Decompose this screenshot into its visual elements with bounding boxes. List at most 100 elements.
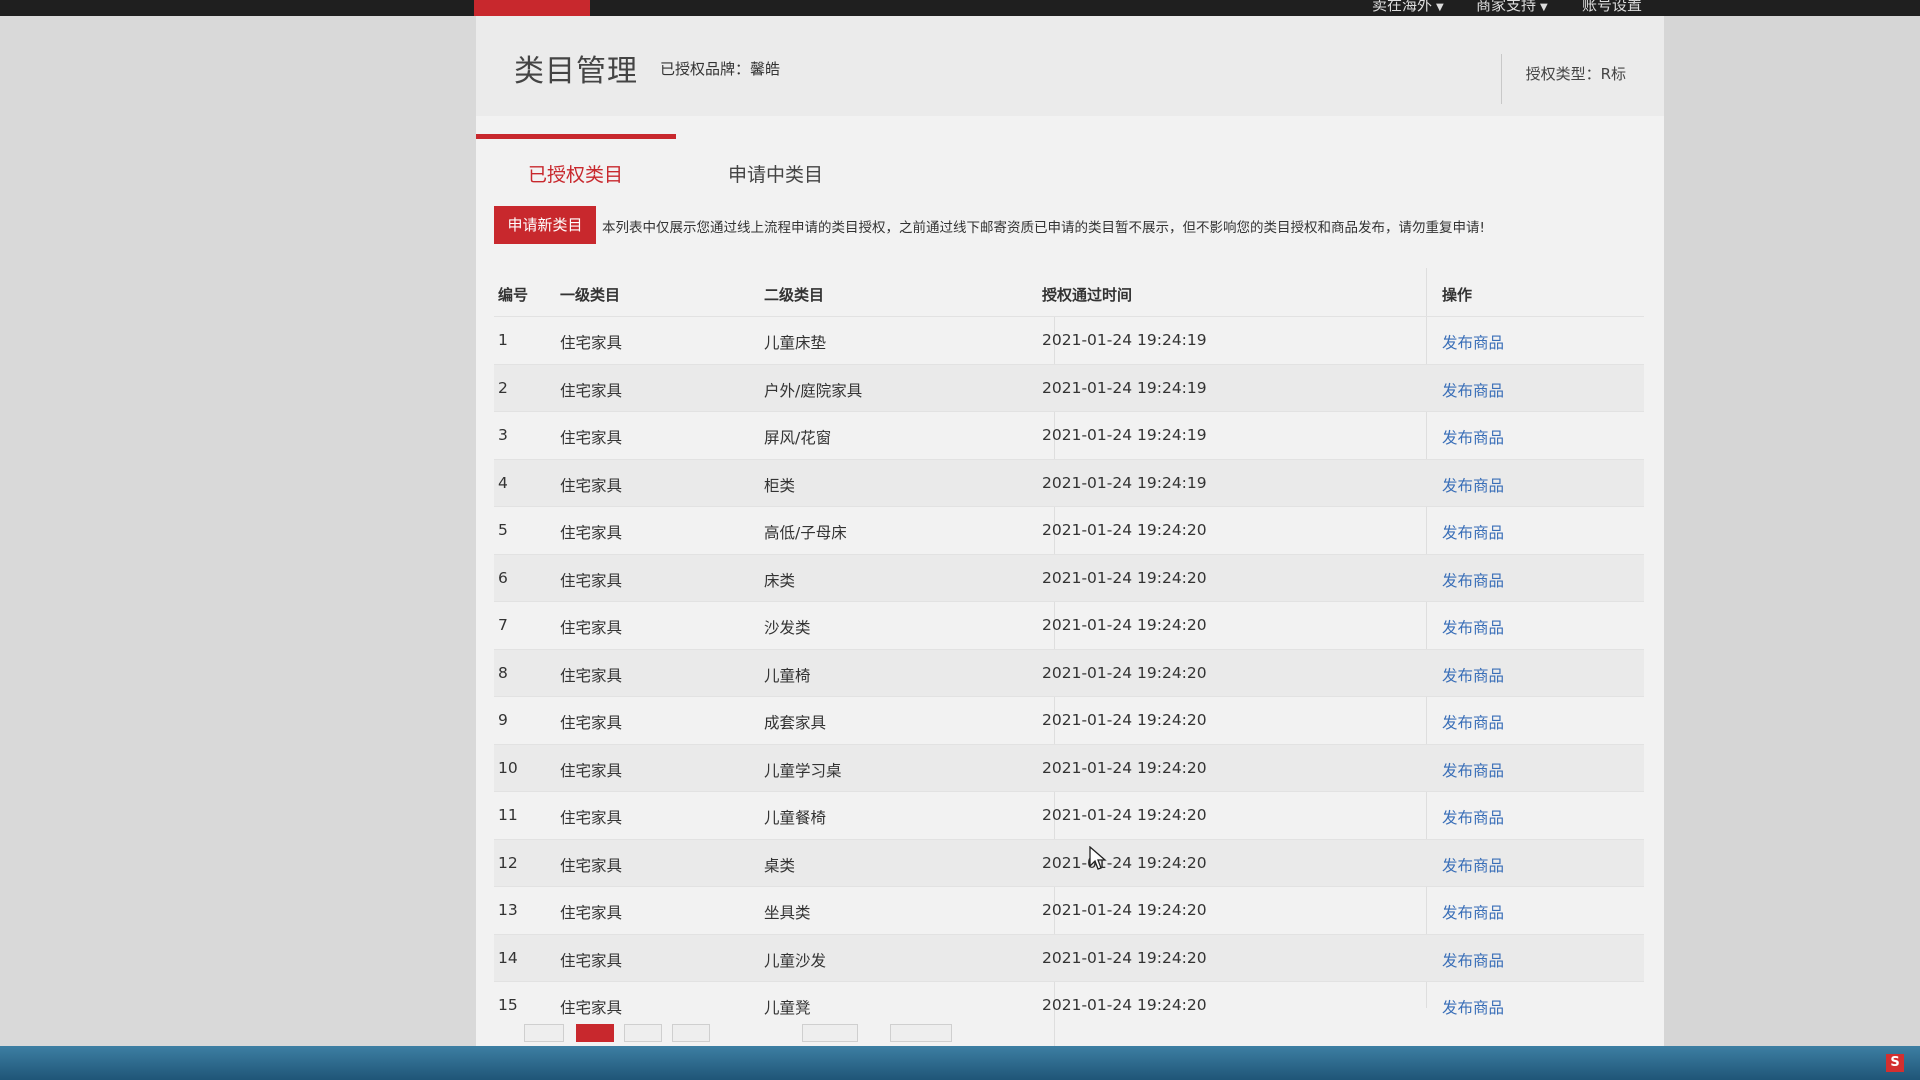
right-background	[1664, 16, 1920, 1046]
header-auth-time: 授权通过时间	[1042, 286, 1133, 304]
cell-level2-category: 儿童沙发	[764, 951, 827, 970]
header-operation: 操作	[1442, 286, 1473, 304]
page-go-button[interactable]	[890, 1024, 952, 1042]
cell-number: 2	[498, 378, 508, 397]
publish-product-link[interactable]: 发布商品	[1442, 664, 1504, 686]
apply-new-category-button[interactable]: 申请新类目	[494, 206, 596, 244]
cell-level2-category: 儿童餐椅	[764, 809, 827, 827]
publish-product-link[interactable]: 发布商品	[1442, 569, 1504, 591]
cell-level1-category: 住宅家具	[560, 809, 623, 827]
publish-product-link[interactable]: 发布商品	[1442, 379, 1504, 401]
cell-level2-category: 儿童椅	[764, 666, 811, 685]
publish-product-link[interactable]: 发布商品	[1442, 854, 1504, 876]
cell-level1-category: 住宅家具	[560, 429, 623, 447]
table-row: 5 住宅家具 高低/子母床 2021-01-24 19:24:20 发布商品	[494, 506, 1644, 554]
publish-product-link[interactable]: 发布商品	[1442, 996, 1504, 1018]
active-tab-indicator	[476, 134, 676, 139]
publish-product-link[interactable]: 发布商品	[1442, 806, 1504, 828]
cell-number: 8	[498, 663, 508, 682]
publish-product-link[interactable]: 发布商品	[1442, 949, 1504, 971]
page-button-current[interactable]	[576, 1024, 614, 1042]
cell-level1-category: 住宅家具	[560, 334, 623, 352]
cell-level1-category: 住宅家具	[560, 381, 623, 400]
cell-level1-category: 住宅家具	[560, 714, 623, 732]
tab-pending-categories[interactable]: 申请中类目	[728, 160, 823, 187]
cell-level2-category: 户外/庭院家具	[764, 381, 863, 400]
table-row: 4 住宅家具 柜类 2021-01-24 19:24:19 发布商品	[494, 458, 1644, 506]
cell-auth-time: 2021-01-24 19:24:19	[1042, 331, 1207, 349]
cell-auth-time: 2021-01-24 19:24:19	[1042, 378, 1207, 397]
page-button[interactable]	[672, 1024, 710, 1042]
table-row: 11 住宅家具 儿童餐椅 2021-01-24 19:24:20 发布商品	[494, 791, 1644, 839]
publish-product-link[interactable]: 发布商品	[1442, 331, 1504, 353]
table-row: 9 住宅家具 成套家具 2021-01-24 19:24:20 发布商品	[494, 696, 1644, 744]
notice-row: 申请新类目 本列表中仅展示您通过线上流程申请的类目授权，之前通过线下邮寄资质已申…	[494, 202, 1654, 246]
cell-level1-category: 住宅家具	[560, 904, 623, 922]
cell-auth-time: 2021-01-24 19:24:20	[1042, 948, 1207, 967]
cell-level1-category: 住宅家具	[560, 999, 623, 1017]
cell-level2-category: 床类	[764, 571, 796, 590]
cell-auth-time: 2021-01-24 19:24:20	[1042, 806, 1207, 824]
tab-bar: 已授权类目 申请中类目	[476, 116, 1664, 206]
nav-item-label: 卖在海外	[1372, 0, 1433, 14]
cell-number: 9	[498, 711, 508, 729]
cell-number: 5	[498, 521, 508, 539]
nav-item-sell-overseas[interactable]: 卖在海外 ▼	[1372, 0, 1444, 15]
input-method-icon[interactable]: S	[1886, 1054, 1904, 1072]
cell-level2-category: 成套家具	[764, 714, 827, 732]
cell-auth-time: 2021-01-24 19:24:20	[1042, 711, 1207, 729]
top-nav-active-block[interactable]	[474, 0, 590, 16]
publish-product-link[interactable]: 发布商品	[1442, 901, 1504, 923]
cell-auth-time: 2021-01-24 19:24:19	[1042, 426, 1207, 444]
publish-product-link[interactable]: 发布商品	[1442, 426, 1504, 448]
cell-level2-category: 儿童凳	[764, 999, 811, 1017]
cell-number: 4	[498, 473, 508, 492]
notice-text: 本列表中仅展示您通过线上流程申请的类目授权，之前通过线下邮寄资质已申请的类目暂不…	[602, 220, 1485, 236]
os-taskbar: S	[0, 1046, 1920, 1080]
cell-auth-time: 2021-01-24 19:24:20	[1042, 521, 1207, 539]
cell-level2-category: 沙发类	[764, 619, 811, 637]
table-row: 2 住宅家具 户外/庭院家具 2021-01-24 19:24:19 发布商品	[494, 363, 1644, 411]
chevron-down-icon: ▼	[1436, 2, 1444, 13]
table-row: 10 住宅家具 儿童学习桌 2021-01-24 19:24:20 发布商品	[494, 743, 1644, 791]
cell-auth-time: 2021-01-24 19:24:20	[1042, 568, 1207, 587]
cell-level1-category: 住宅家具	[560, 666, 623, 685]
table-row: 1 住宅家具 儿童床垫 2021-01-24 19:24:19 发布商品	[494, 316, 1644, 364]
nav-item-account-settings[interactable]: 账号设置	[1582, 0, 1642, 15]
cell-level1-category: 住宅家具	[560, 571, 623, 590]
publish-product-link[interactable]: 发布商品	[1442, 474, 1504, 496]
cell-number: 13	[498, 901, 518, 919]
cell-level2-category: 儿童床垫	[764, 334, 827, 352]
category-table: 编号 一级类目 二级类目 授权通过时间 操作 1 住宅家具 儿童床垫 2021-01-…	[494, 268, 1644, 1056]
cell-number: 14	[498, 948, 518, 967]
cell-level2-category: 儿童学习桌	[764, 761, 842, 780]
table-header: 编号 一级类目 二级类目 授权通过时间 操作	[494, 268, 1644, 316]
page-title: 类目管理	[514, 54, 638, 89]
cell-auth-time: 2021-01-24 19:24:20	[1042, 663, 1207, 682]
page-button[interactable]	[624, 1024, 662, 1042]
publish-product-link[interactable]: 发布商品	[1442, 616, 1504, 638]
cell-level1-category: 住宅家具	[560, 856, 623, 875]
table-row: 13 住宅家具 坐具类 2021-01-24 19:24:20 发布商品	[494, 886, 1644, 934]
header-level1-category: 一级类目	[560, 286, 621, 304]
publish-product-link[interactable]: 发布商品	[1442, 711, 1504, 733]
auth-type-label: 授权类型：R标	[1500, 54, 1626, 104]
publish-product-link[interactable]: 发布商品	[1442, 521, 1504, 543]
main-panel: 类目管理 已授权品牌：馨皓 授权类型：R标 已授权类目 申请中类目 申请新类目 …	[476, 16, 1664, 1056]
cell-level2-category: 坐具类	[764, 904, 811, 922]
page-jump-input[interactable]	[802, 1024, 858, 1042]
cell-level1-category: 住宅家具	[560, 951, 623, 970]
nav-item-merchant-support[interactable]: 商家支持 ▼	[1476, 0, 1548, 15]
page-prev-button[interactable]	[524, 1024, 564, 1042]
authorized-brand-label: 已授权品牌：馨皓	[660, 60, 781, 78]
cell-level1-category: 住宅家具	[560, 524, 623, 542]
publish-product-link[interactable]: 发布商品	[1442, 759, 1504, 781]
cell-level1-category: 住宅家具	[560, 476, 623, 495]
table-row: 12 住宅家具 桌类 2021-01-24 19:24:20 发布商品	[494, 838, 1644, 886]
tab-authorized-categories[interactable]: 已授权类目	[528, 160, 623, 187]
cell-number: 15	[498, 996, 518, 1014]
header-level2-category: 二级类目	[764, 286, 825, 304]
cell-auth-time: 2021-01-24 19:24:19	[1042, 473, 1207, 492]
table-body: 1 住宅家具 儿童床垫 2021-01-24 19:24:19 发布商品 2 住宅家具 户外/…	[494, 316, 1644, 1029]
page-header: 类目管理 已授权品牌：馨皓 授权类型：R标	[476, 16, 1664, 116]
